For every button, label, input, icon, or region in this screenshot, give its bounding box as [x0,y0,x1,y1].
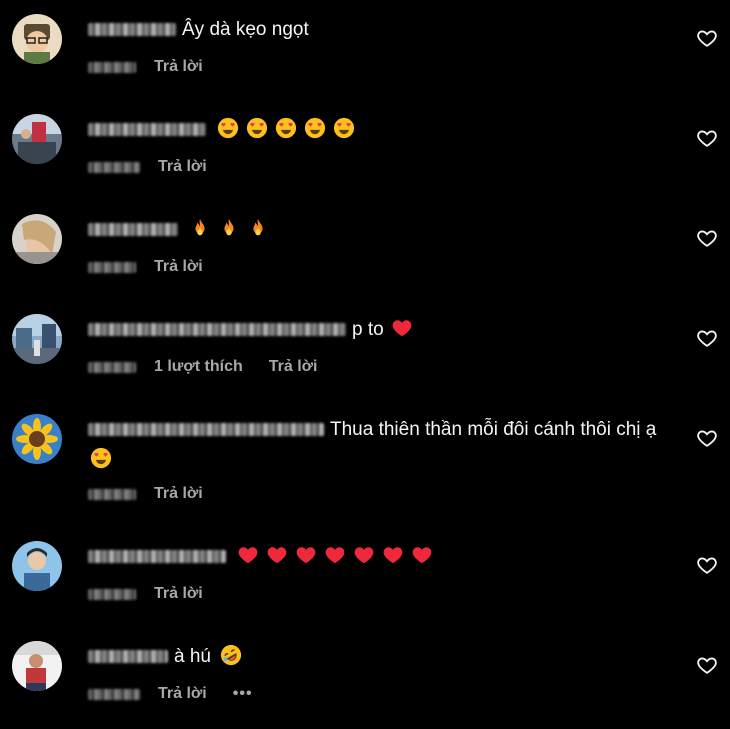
heart-eyes-emoji-icon [247,117,268,139]
username-redacted[interactable] [88,650,168,663]
username-redacted[interactable] [88,323,346,336]
likes-count[interactable]: 1 lượt thích [154,358,243,376]
timestamp-redacted [88,588,136,600]
red-heart-emoji-icon [267,547,287,564]
comment-meta: Trả lời [88,58,229,76]
comment-meta: Trả lời [88,485,229,503]
heart-eyes-emoji-icon [334,117,355,139]
fire-emoji-icon [224,218,234,236]
reply-button[interactable]: Trả lời [154,585,203,603]
reply-button[interactable]: Trả lời [158,158,207,176]
heart-eyes-emoji-icon [90,447,112,469]
red-heart-emoji-icon [238,547,258,564]
red-heart-emoji-icon [412,547,432,564]
heart-eyes-emoji-icon [276,117,297,139]
comment-text: Ây dà kẹo ngọt [182,19,309,40]
red-heart-emoji-icon [383,547,403,564]
username-redacted[interactable] [88,423,324,436]
like-heart-icon[interactable] [696,427,718,449]
timestamp-redacted [88,361,136,373]
reply-button[interactable]: Trả lời [154,485,203,503]
username-redacted[interactable] [88,123,206,136]
like-heart-icon[interactable] [696,27,718,49]
comment-meta: Trả lời [88,585,229,603]
timestamp-redacted [88,61,136,73]
username-redacted[interactable] [88,23,176,36]
comment-text-row [88,542,674,572]
red-heart-emoji-icon [354,547,374,564]
comment-text: Thua thiên thần mỗi đôi cánh thôi chị ạ [330,419,657,440]
avatar[interactable] [12,541,62,591]
comment-meta: Trả lời ••• [88,685,279,703]
like-heart-icon[interactable] [696,227,718,249]
comment-text-row: p to [88,315,674,345]
comment-text-row [88,115,674,145]
reply-button[interactable]: Trả lời [154,258,203,276]
timestamp-redacted [88,161,140,173]
timestamp-redacted [88,261,136,273]
red-heart-emoji-icon [392,320,412,337]
avatar[interactable] [12,314,62,364]
comment-meta: Trả lời [88,158,233,176]
like-heart-icon[interactable] [696,127,718,149]
like-heart-icon[interactable] [696,654,718,676]
reply-button[interactable]: Trả lời [158,685,207,703]
fire-emoji-icon [195,218,205,236]
reply-button[interactable]: Trả lời [154,58,203,76]
avatar[interactable] [12,641,62,691]
avatar[interactable] [12,114,62,164]
comment-meta: 1 lượt thích Trả lời [88,358,343,376]
comment-text-row: Ây dà kẹo ngọt [88,15,674,45]
heart-eyes-emoji-icon [305,117,326,139]
more-options-icon[interactable]: ••• [233,685,253,703]
comment-text-row [88,215,674,245]
red-heart-emoji-icon [296,547,316,564]
comment-meta: Trả lời [88,258,229,276]
fire-emoji-icon [253,218,263,236]
like-heart-icon[interactable] [696,327,718,349]
red-heart-emoji-icon [325,547,345,564]
heart-eyes-emoji-icon [218,117,239,139]
avatar[interactable] [12,14,62,64]
like-heart-icon[interactable] [696,554,718,576]
avatar[interactable] [12,214,62,264]
comment-text: p to [352,319,384,340]
timestamp-redacted [88,488,136,500]
timestamp-redacted [88,688,140,700]
avatar[interactable] [12,414,62,464]
rofl-emoji-icon [221,644,242,666]
username-redacted[interactable] [88,550,226,563]
comment-text-row: Thua thiên thần mỗi đôi cánh thôi chị ạ [88,415,674,475]
comment-text: à hú [174,646,211,667]
reply-button[interactable]: Trả lời [269,358,318,376]
username-redacted[interactable] [88,223,178,236]
comment-text-row: à hú [88,642,674,672]
